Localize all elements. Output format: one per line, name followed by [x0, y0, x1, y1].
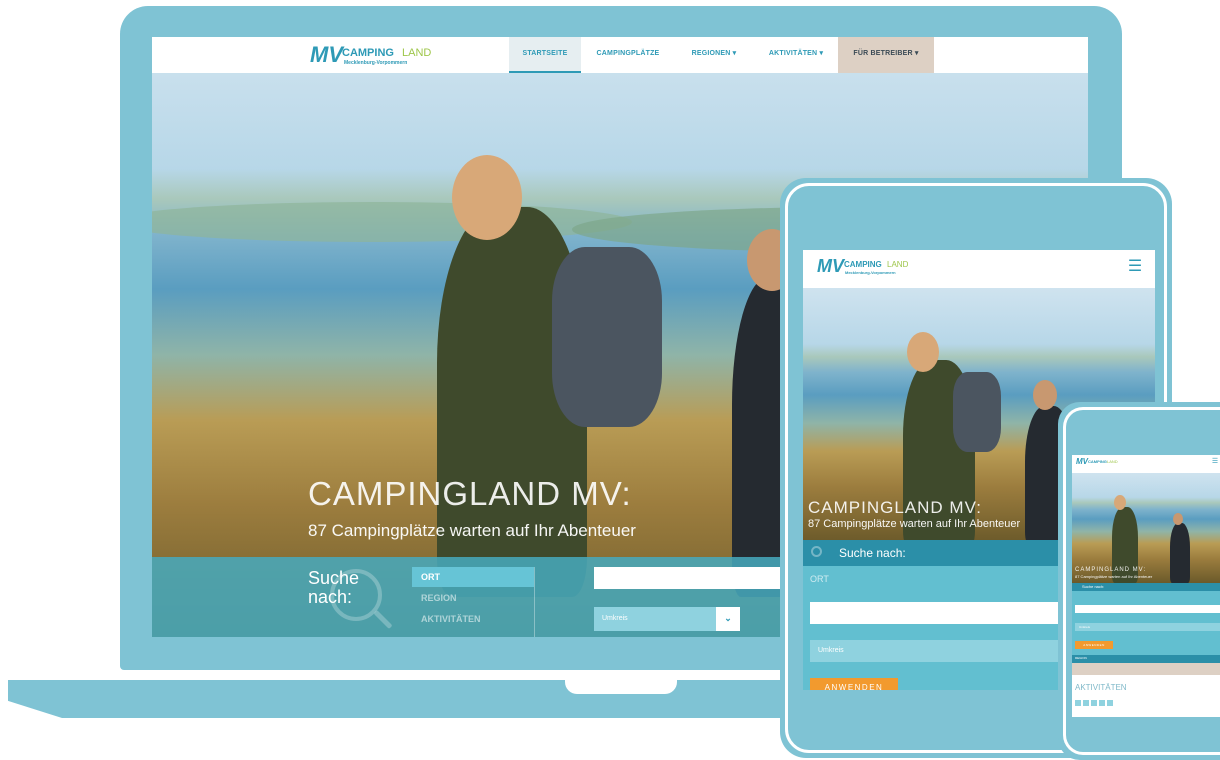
backpack [552, 247, 662, 427]
phone-search-panel: Umkreis ANWENDEN [1072, 591, 1220, 663]
phone-band [1072, 663, 1220, 675]
hiker-man-head [1173, 513, 1183, 525]
search-icon-handle [373, 609, 393, 630]
tablet-hero-title: CAMPINGLAND MV: [808, 498, 983, 517]
phone-region-label: REGION [1075, 656, 1087, 660]
nav-aktivitaeten[interactable]: AKTIVITÄTEN ▾ [757, 37, 835, 73]
hiker-woman-head [452, 155, 522, 240]
logo-mv[interactable]: MV [817, 256, 844, 277]
tablet-apply-button[interactable]: ANWENDEN [810, 678, 898, 690]
search-label: Suche nach: [308, 569, 359, 607]
logo-subtitle: Mecklenburg-Vorpommern [845, 270, 896, 275]
search-panel: Suche nach: ORT REGION AKTIVITÄTEN Umkre… [152, 557, 792, 637]
tablet-navigation: MV CAMPING LAND Mecklenburg-Vorpommern ☰ [803, 250, 1155, 288]
chevron-down-icon[interactable]: ⌄ [716, 607, 740, 631]
phone-screen: MV CAMPING LAND ☰ CAMPINGLAND MV: 87 Cam… [1072, 455, 1220, 717]
phone-aktivitaeten-heading: AKTIVITÄTEN [1075, 683, 1127, 692]
laptop-base [8, 680, 908, 718]
logo-camping: CAMPING [844, 260, 882, 269]
hiker-man [1170, 523, 1190, 583]
phone-search-label: Suche nach: [1082, 584, 1105, 589]
backpack [953, 372, 1001, 452]
logo-land: LAND [887, 260, 909, 269]
logo-land: LAND [1107, 459, 1118, 464]
hiker-man-head [1033, 380, 1057, 410]
hiker-woman-head [907, 332, 939, 372]
search-label-line1: Suche [308, 568, 360, 588]
search-label-line2: nach: [308, 586, 353, 607]
top-navigation: MV CAMPING LAND Mecklenburg-Vorpommern S… [152, 37, 1088, 73]
logo-camping: CAMPING [342, 47, 394, 59]
tablet-hero-subtitle: 87 Campingplätze warten auf Ihr Abenteue… [808, 518, 1021, 530]
phone-activity-icons[interactable] [1075, 700, 1115, 706]
logo-subtitle: Mecklenburg-Vorpommern [344, 60, 408, 66]
search-location-input[interactable] [594, 567, 792, 589]
tablet-search-label: Suche nach: [839, 546, 906, 560]
phone-hero-title: CAMPINGLAND MV: [1075, 567, 1147, 573]
hero-title: CAMPINGLAND MV: [308, 475, 632, 512]
search-divider [534, 567, 535, 637]
laptop-notch [565, 680, 677, 694]
phone-apply-button[interactable]: ANWENDEN [1075, 641, 1113, 649]
phone-hero-subtitle: 87 Campingplätze warten auf Ihr Abenteue… [1075, 574, 1153, 579]
logo-land: LAND [402, 47, 432, 59]
phone-location-input[interactable] [1075, 605, 1220, 613]
search-option-aktivitaeten[interactable]: AKTIVITÄTEN [421, 614, 481, 624]
hiker-woman-head [1114, 495, 1126, 510]
search-option-ort[interactable]: ORT [412, 567, 534, 587]
hero-subtitle: 87 Campingplätze warten auf Ihr Abenteue… [308, 521, 636, 540]
hamburger-icon[interactable]: ☰ [1210, 457, 1220, 465]
nav-startseite[interactable]: STARTSEITE [509, 37, 581, 73]
logo-camping: CAMPING [1088, 459, 1107, 464]
nav-regionen[interactable]: REGIONEN ▾ [680, 37, 748, 73]
phone-umkreis-select[interactable]: Umkreis [1075, 623, 1220, 631]
search-icon [811, 546, 822, 557]
phone-region-bar[interactable]: REGION [1072, 655, 1220, 663]
logo-mv[interactable]: MV [1076, 457, 1088, 466]
phone-search-header: Suche nach: [1072, 583, 1220, 591]
search-option-region[interactable]: REGION [421, 593, 457, 603]
hamburger-icon[interactable]: ☰ [1125, 256, 1145, 276]
nav-fuer-betreiber[interactable]: FÜR BETREIBER ▾ [838, 37, 934, 73]
phone-navigation: MV CAMPING LAND ☰ [1072, 455, 1220, 473]
nav-campingplaetze[interactable]: CAMPINGPLÄTZE [587, 37, 669, 73]
tablet-option-ort[interactable]: ORT [810, 574, 829, 584]
logo-mv[interactable]: MV [310, 42, 343, 68]
